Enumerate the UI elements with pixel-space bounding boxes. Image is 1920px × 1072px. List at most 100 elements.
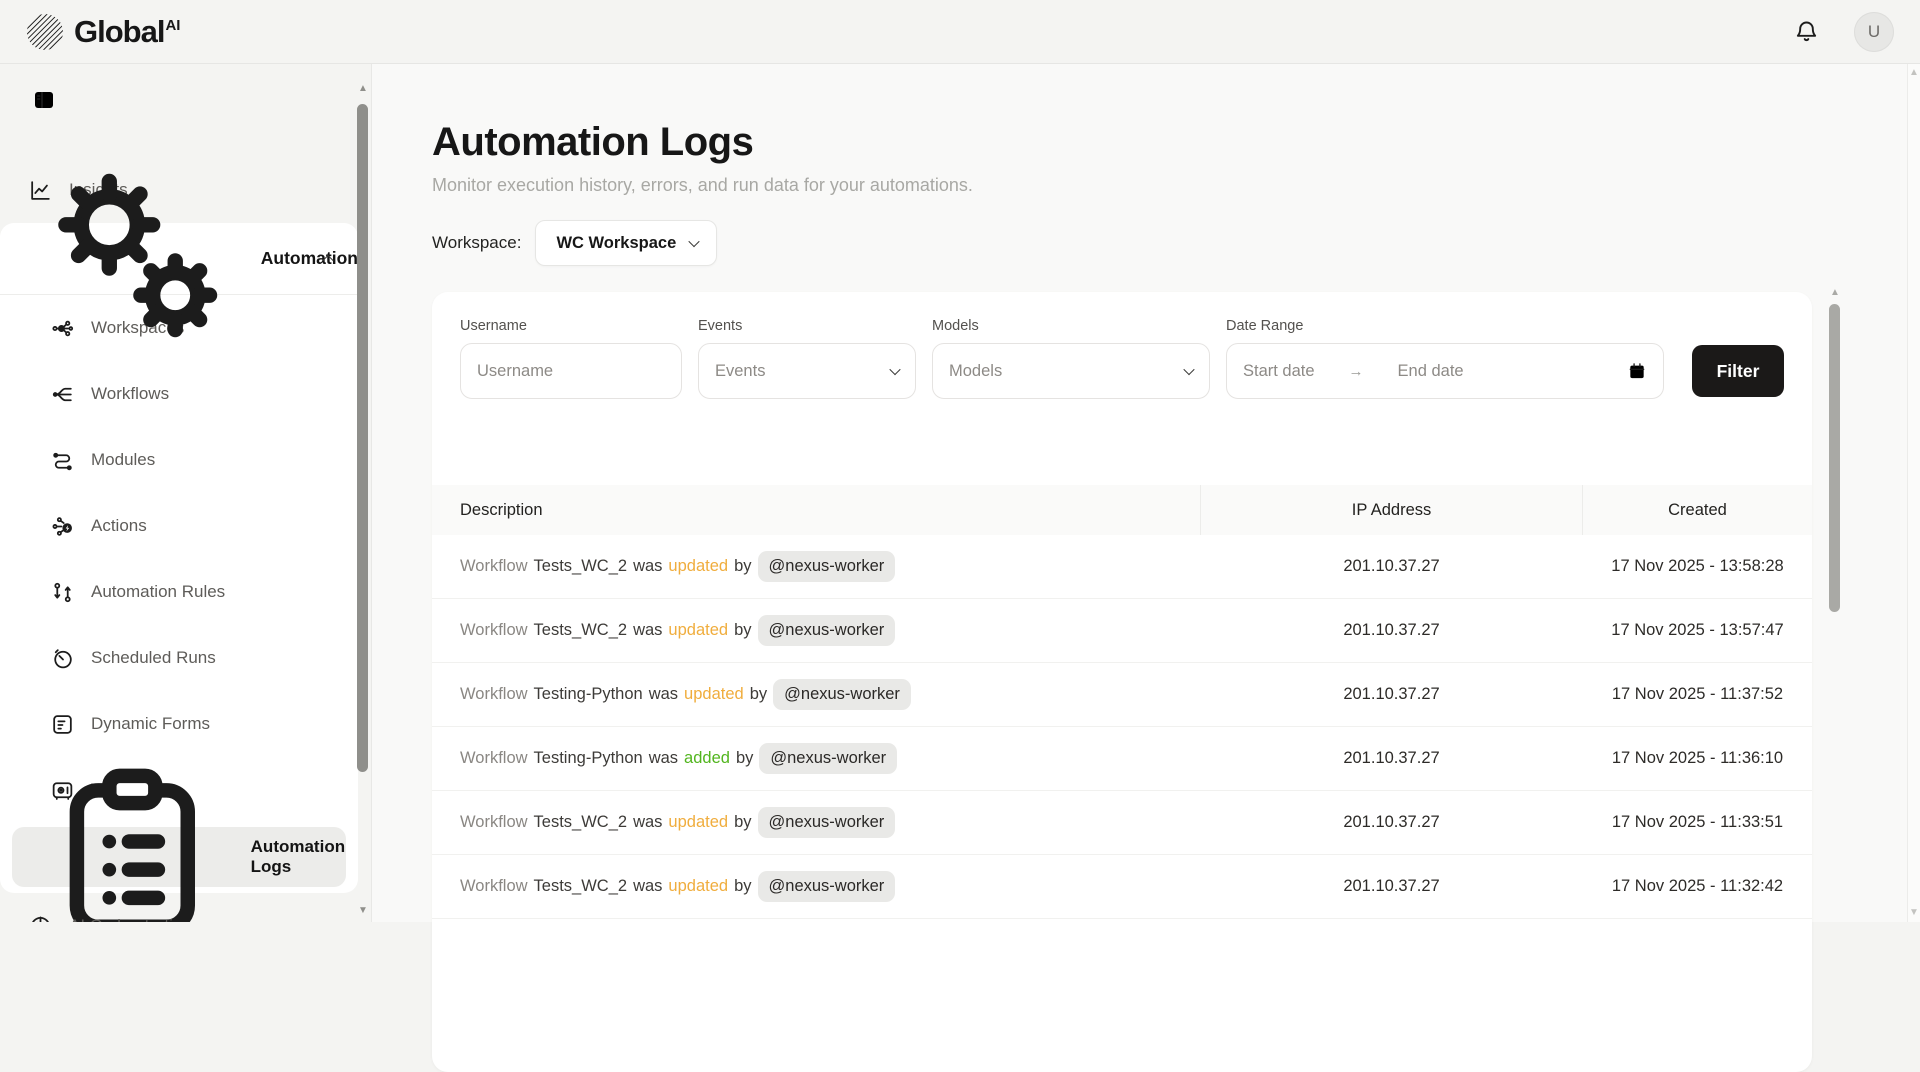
created-timestamp: 17 Nov 2025 - 13:57:47 — [1583, 621, 1812, 640]
date-range-picker[interactable]: Start date → End date — [1226, 343, 1664, 399]
workflow-label: Workflow — [460, 877, 528, 896]
log-description: Workflow Tests_WC_2 was updated by @nexu… — [460, 871, 1200, 902]
created-timestamp: 17 Nov 2025 - 11:32:42 — [1583, 877, 1812, 896]
table-row[interactable]: Workflow Tests_WC_2 was updated by @nexu… — [432, 599, 1812, 663]
brand-logo: GlobalAI — [26, 13, 180, 51]
sidebar-item-label: Actions — [91, 516, 147, 536]
scroll-up-arrow-icon[interactable]: ▲ — [356, 84, 370, 94]
automation-group-card: Automation Workspaces — [0, 223, 358, 893]
table-row[interactable]: Workflow Tests_WC_2 was updated by @nexu… — [432, 855, 1812, 919]
main-content: Automation Logs Monitor execution histor… — [372, 64, 1920, 922]
brand-superscript: AI — [165, 17, 180, 34]
table-row[interactable]: Workflow Testing-Python was updated by @… — [432, 663, 1812, 727]
table-row[interactable]: Workflow Tests_WC_2 was updated by @nexu… — [432, 535, 1812, 599]
scroll-down-arrow-icon[interactable]: ▼ — [1907, 908, 1920, 918]
log-description: Workflow Testing-Python was updated by @… — [460, 679, 1200, 710]
gears-icon — [28, 148, 245, 370]
events-filter: Events Events — [698, 318, 916, 399]
sidebar-item-automation-rules[interactable]: Automation Rules — [0, 559, 358, 625]
timer-icon — [50, 646, 75, 671]
ip-address: 201.10.37.27 — [1200, 663, 1583, 726]
calendar-icon[interactable] — [1627, 361, 1647, 381]
by-text: by — [734, 813, 751, 832]
was-text: was — [633, 813, 662, 832]
sidebar-item-automation[interactable]: Automation — [0, 223, 358, 295]
date-range-filter-label: Date Range — [1226, 318, 1664, 334]
sidebar-item-label: Scheduled Runs — [91, 648, 216, 668]
sidebar-item-label: AI Orchestration — [69, 916, 192, 922]
sidebar: Insights Automation — [0, 64, 372, 922]
sidebar-item-scheduled-runs[interactable]: Scheduled Runs — [0, 625, 358, 691]
models-select[interactable]: Models — [932, 343, 1210, 399]
by-text: by — [736, 749, 753, 768]
content-scrollbar-thumb[interactable] — [1829, 304, 1840, 612]
sidebar-item-label: Workflows — [91, 384, 169, 404]
filter-button[interactable]: Filter — [1692, 345, 1784, 397]
merge-icon — [50, 382, 75, 407]
column-header-ip: IP Address — [1200, 485, 1583, 535]
by-text: by — [750, 685, 767, 704]
sidebar-scrollbar[interactable]: ▲ ▼ — [356, 64, 370, 922]
table-row[interactable]: Workflow Tests_WC_2 was updated by @nexu… — [432, 791, 1812, 855]
log-description: Workflow Tests_WC_2 was updated by @nexu… — [460, 615, 1200, 646]
scroll-up-arrow-icon[interactable]: ▲ — [1907, 68, 1920, 78]
workspace-select[interactable]: WC Workspace — [535, 220, 717, 266]
user-badge: @nexus-worker — [758, 551, 896, 582]
table-body: Workflow Tests_WC_2 was updated by @nexu… — [432, 535, 1812, 919]
filters-bar: Username Events Events Models Models — [432, 292, 1812, 399]
models-filter-label: Models — [932, 318, 1210, 334]
sidebar-item-label: Modules — [91, 450, 155, 470]
sidebar-item-ai-orchestration[interactable]: AI Orchestration — [0, 893, 371, 922]
workflow-label: Workflow — [460, 557, 528, 576]
column-header-description: Description — [432, 501, 1200, 520]
sidebar-item-modules[interactable]: Modules — [0, 427, 358, 493]
ip-address: 201.10.37.27 — [1200, 727, 1583, 790]
ip-address: 201.10.37.27 — [1200, 535, 1583, 598]
by-text: by — [734, 557, 751, 576]
scroll-up-arrow-icon[interactable]: ▲ — [1828, 288, 1842, 298]
was-text: was — [633, 557, 662, 576]
models-select-placeholder: Models — [949, 362, 1002, 381]
chevron-down-icon — [889, 364, 900, 375]
user-avatar[interactable]: U — [1854, 12, 1894, 52]
sidebar-item-workflows[interactable]: Workflows — [0, 361, 358, 427]
sidebar-item-dynamic-forms[interactable]: Dynamic Forms — [0, 691, 358, 757]
was-text: was — [649, 749, 678, 768]
date-range-arrow-icon: → — [1349, 363, 1364, 380]
workflow-label: Workflow — [460, 685, 528, 704]
sidebar-item-actions[interactable]: Actions — [0, 493, 358, 559]
workspace-select-value: WC Workspace — [556, 234, 676, 253]
sidebar-item-automation-logs[interactable]: Automation Logs — [12, 827, 346, 887]
user-badge: @nexus-worker — [759, 743, 897, 774]
table-row[interactable]: Workflow Testing-Python was added by @ne… — [432, 727, 1812, 791]
workspace-row: Workspace: WC Workspace — [432, 220, 1920, 266]
created-timestamp: 17 Nov 2025 - 11:33:51 — [1583, 813, 1812, 832]
log-description: Workflow Tests_WC_2 was updated by @nexu… — [460, 807, 1200, 838]
sidebar-scrollbar-thumb[interactable] — [357, 104, 368, 772]
scroll-down-arrow-icon[interactable]: ▼ — [356, 906, 370, 916]
created-timestamp: 17 Nov 2025 - 11:36:10 — [1583, 749, 1812, 768]
start-date-placeholder[interactable]: Start date — [1243, 362, 1315, 381]
brand-name: GlobalAI — [74, 14, 180, 50]
user-badge: @nexus-worker — [758, 615, 896, 646]
page-title: Automation Logs — [432, 120, 1920, 165]
workflow-name: Tests_WC_2 — [534, 877, 628, 896]
action-bolt-icon — [50, 514, 75, 539]
events-select[interactable]: Events — [698, 343, 916, 399]
workflow-label: Workflow — [460, 749, 528, 768]
workflow-name: Tests_WC_2 — [534, 557, 628, 576]
action-text: updated — [668, 621, 728, 640]
created-timestamp: 17 Nov 2025 - 13:58:28 — [1583, 557, 1812, 576]
logs-card: Username Events Events Models Models — [432, 292, 1812, 1072]
action-text: updated — [668, 813, 728, 832]
sidebar-toggle-icon[interactable] — [30, 88, 58, 112]
username-input[interactable] — [477, 362, 665, 381]
page-scrollbar[interactable]: ▲ ▼ — [1907, 64, 1920, 922]
notifications-bell-icon[interactable] — [1793, 18, 1820, 45]
end-date-placeholder[interactable]: End date — [1398, 362, 1464, 381]
brand-hatched-circle-icon — [26, 13, 64, 51]
ip-address: 201.10.37.27 — [1200, 855, 1583, 918]
content-scrollbar[interactable]: ▲ — [1828, 284, 1842, 922]
page-subtitle: Monitor execution history, errors, and r… — [432, 175, 1920, 196]
log-description: Workflow Testing-Python was added by @ne… — [460, 743, 1200, 774]
